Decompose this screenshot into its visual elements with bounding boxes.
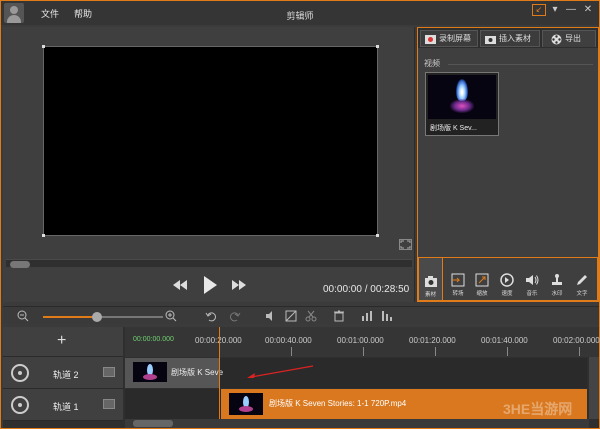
timeline-toolbar (3, 306, 599, 324)
tab-record-screen[interactable]: 录制屏幕 (420, 30, 478, 47)
delete-icon[interactable] (333, 310, 345, 322)
zoom-slider-fill (43, 316, 97, 318)
film-reel-icon (551, 34, 562, 45)
volume-icon[interactable] (265, 310, 277, 322)
rewind-icon[interactable] (172, 279, 188, 293)
fullscreen-icon[interactable] (399, 239, 412, 250)
undo-icon[interactable] (205, 310, 217, 322)
vertical-scrollbar[interactable] (589, 357, 599, 419)
add-track-button[interactable]: + (57, 332, 66, 350)
play-icon[interactable] (202, 274, 218, 298)
media-panel: 录制屏幕 插入素材 导出 视频 剧场版 K Sev... 素材 转场 缩放 速度… (417, 27, 599, 302)
stamp-icon (552, 274, 562, 285)
media-name: 剧场版 K Sev... (430, 125, 477, 132)
title-bar: 文件 帮助 剪辑师 ↙ ▾ — ✕ (1, 1, 599, 25)
film-reel-icon (11, 396, 29, 414)
section-divider (448, 64, 593, 65)
film-reel-icon (11, 364, 29, 382)
media-item[interactable]: 剧场版 K Sev... (425, 72, 499, 136)
speed-icon (500, 273, 514, 287)
tool-media[interactable]: 素材 (418, 257, 442, 301)
arrow-annotation (247, 365, 314, 378)
zoom-out-icon[interactable] (17, 310, 29, 322)
forward-icon[interactable] (231, 279, 247, 293)
time-ruler[interactable]: 00:00:00.000 00:00:20.000 00:00:40.000 0… (125, 327, 600, 357)
video-preview[interactable] (42, 45, 379, 237)
preview-panel: 00:00:00 / 00:28:50 (3, 27, 415, 302)
tool-text[interactable]: 文字 (570, 257, 594, 301)
time-display: 00:00:00 / 00:28:50 (323, 284, 410, 295)
camera-icon (424, 276, 437, 287)
tool-label: 文字 (576, 291, 588, 297)
bars-alt-icon[interactable] (381, 310, 393, 322)
record-icon (425, 34, 436, 45)
clip-thumbnail (229, 393, 263, 415)
tool-transition[interactable]: 转场 (446, 257, 470, 301)
clip[interactable]: 剧场版 K Seve (125, 358, 224, 388)
close-icon[interactable]: ✕ (581, 4, 595, 16)
tab-label: 录制屏幕 (439, 34, 471, 43)
app-window: 文件 帮助 剪辑师 ↙ ▾ — ✕ 00:00:00 / 00:28:50 录制… (0, 0, 600, 429)
tool-label: 速度 (501, 291, 513, 297)
speaker-icon (526, 275, 539, 285)
tick-label: 00:01:40.000 (481, 336, 528, 345)
camera-icon (485, 34, 496, 45)
transition-icon (451, 273, 465, 287)
track-lane-2[interactable]: 剧场版 K Seve (125, 358, 587, 388)
tool-label: 缩放 (476, 291, 488, 297)
tick-label: 00:01:20.000 (409, 336, 456, 345)
zoom-icon (475, 273, 489, 287)
site-watermark: 3HE当游网 (503, 401, 573, 417)
tab-export[interactable]: 导出 (542, 30, 596, 47)
restore-icon[interactable]: ↙ (532, 4, 546, 16)
tab-insert-media[interactable]: 插入素材 (480, 30, 540, 47)
track-name: 轨道 1 (53, 402, 79, 412)
clip-name: 剧场版 K Seven Stories: 1-1 720P.mp4 (269, 399, 407, 408)
scroll-thumb[interactable] (133, 420, 173, 427)
tool-zoom[interactable]: 缩放 (470, 257, 494, 301)
lock-icon[interactable] (103, 399, 115, 409)
tick-label: 00:01:00.000 (337, 336, 384, 345)
redo-icon[interactable] (229, 310, 241, 322)
seek-bar[interactable] (6, 259, 412, 268)
tool-label: 音乐 (526, 291, 538, 297)
zoom-slider[interactable] (43, 312, 163, 322)
settings-icon[interactable]: ▾ (548, 4, 562, 16)
tool-row: 素材 转场 缩放 速度 音乐 水印 文字 (418, 257, 598, 301)
start-time-label: 00:00:00.000 (133, 336, 174, 343)
media-thumbnail (428, 75, 496, 119)
track-header-1[interactable]: 轨道 1 (3, 389, 123, 421)
tool-speed[interactable]: 速度 (495, 257, 519, 301)
tick-label: 00:00:40.000 (265, 336, 312, 345)
track-header-2[interactable]: 轨道 2 (3, 357, 123, 389)
cut-icon[interactable] (305, 310, 317, 322)
seek-handle[interactable] (10, 261, 30, 268)
add-track-row: + (3, 327, 123, 357)
lock-icon[interactable] (103, 367, 115, 377)
track-name: 轨道 2 (53, 370, 79, 380)
zoom-in-icon[interactable] (165, 310, 177, 322)
pen-icon (577, 275, 587, 285)
zoom-slider-thumb[interactable] (92, 312, 102, 322)
crop-icon[interactable] (285, 310, 297, 322)
clip-thumbnail (133, 362, 167, 382)
section-label: 视频 (424, 59, 440, 68)
tool-label: 水印 (551, 291, 563, 297)
tool-watermark[interactable]: 水印 (545, 257, 569, 301)
panel-tabs: 录制屏幕 插入素材 导出 (418, 28, 598, 48)
playhead[interactable] (219, 327, 220, 419)
bars-icon[interactable] (361, 310, 373, 322)
tool-label: 素材 (424, 292, 436, 298)
minimize-icon[interactable]: — (564, 4, 578, 16)
tab-label: 插入素材 (499, 34, 531, 43)
app-title: 剪辑师 (286, 11, 314, 21)
tab-label: 导出 (565, 34, 581, 43)
tool-music[interactable]: 音乐 (520, 257, 544, 301)
horizontal-scrollbar[interactable] (125, 419, 589, 428)
tool-label: 转场 (452, 291, 464, 297)
tick-label: 00:02:00.000 (553, 336, 600, 345)
clip-name: 剧场版 K Seve (171, 368, 224, 377)
